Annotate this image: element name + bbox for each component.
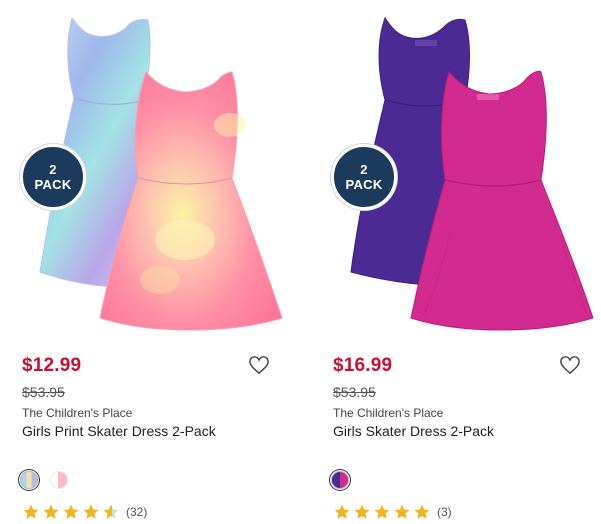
star-icon [414,504,430,519]
product-name[interactable]: Girls Print Skater Dress 2-Pack [22,423,216,439]
star-icon [394,504,410,519]
product-card-print-skater-dress[interactable]: 2 PACK $12.99 $53.95 The Children's Plac… [0,0,290,524]
badge-number: 2 [360,162,368,177]
badge-label: PACK [345,177,383,192]
color-swatches [331,471,349,489]
product-image[interactable]: 2 PACK [311,0,601,340]
badge-label: PACK [34,177,72,192]
review-count[interactable]: (32) [126,505,147,519]
color-swatch-tie-dye-pastel[interactable] [20,471,38,489]
heart-outline-icon[interactable] [248,355,270,375]
star-rating: (3) [333,503,452,521]
review-count[interactable]: (3) [437,505,452,519]
star-icon [43,504,59,519]
star-icon [23,504,39,519]
two-pack-badge: 2 PACK [331,144,397,210]
original-price: $53.95 [22,384,65,400]
star-icon [63,504,79,519]
star-icon [374,504,390,519]
sale-price: $16.99 [333,355,393,376]
heart-outline-icon[interactable] [559,355,581,375]
badge-number: 2 [49,162,57,177]
product-name[interactable]: Girls Skater Dress 2-Pack [333,423,494,439]
half-star-icon [103,504,119,519]
star-icon [354,504,370,519]
sale-price: $12.99 [22,355,82,376]
product-card-skater-dress[interactable]: 2 PACK $16.99 $53.95 The Children's Plac… [311,0,601,524]
brand-name: The Children's Place [333,406,444,420]
color-swatches [20,471,68,489]
two-pack-badge: 2 PACK [20,144,86,210]
brand-name: The Children's Place [22,406,133,420]
star-icon [83,504,99,519]
color-swatch-pink-tie-dye[interactable] [50,471,68,489]
original-price: $53.95 [333,384,376,400]
star-icon [334,504,350,519]
product-image[interactable]: 2 PACK [0,0,290,340]
color-swatch-purple-pink[interactable] [331,471,349,489]
star-rating: (32) [22,503,147,521]
